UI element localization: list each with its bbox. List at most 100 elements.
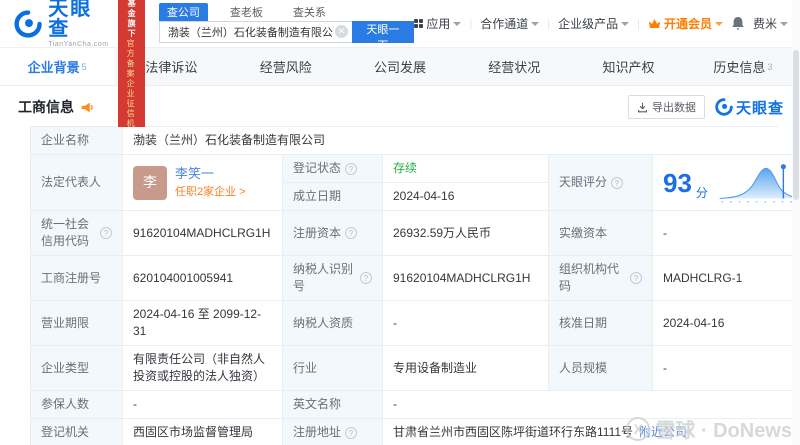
info-icon[interactable]: ? xyxy=(345,227,358,239)
section-title: 工商信息 xyxy=(18,99,74,115)
field-label: 登记状态? xyxy=(283,155,383,183)
info-icon[interactable]: ? xyxy=(345,162,358,175)
nav-divider: | xyxy=(469,17,473,30)
industry-value: 专用设备制造业 xyxy=(383,346,549,391)
tab-operating-status[interactable]: 经营状况 xyxy=(457,48,571,85)
field-label: 登记机关 xyxy=(31,419,123,445)
tab-company-background[interactable]: 企业背景 5 xyxy=(0,48,115,85)
tab-label: 企业背景 xyxy=(27,60,80,75)
business-info-table: 企业名称 渤装（兰州）石化装备制造有限公司 法定代表人 李 李笑一 任职2家企业… xyxy=(30,126,800,445)
tab-label: 法律诉讼 xyxy=(145,60,198,75)
tab-label: 经营风险 xyxy=(259,60,312,75)
reg-address-value: 甘肃省兰州市西固区陈坪街道环行东路1111号 xyxy=(393,425,634,439)
tab-count: 5 xyxy=(81,61,87,72)
tab-count: 3 xyxy=(767,61,773,72)
info-icon[interactable]: ? xyxy=(360,272,372,284)
nav-vip-label: 开通会员 xyxy=(663,17,712,31)
field-label: 组织机构代码? xyxy=(549,256,653,301)
label-text: 统一社会信用代码 xyxy=(41,217,90,248)
tab-legal-litigation[interactable]: 法律诉讼 xyxy=(114,48,228,85)
chevron-down-icon xyxy=(621,22,630,26)
nearby-companies-link[interactable]: 附近公司 xyxy=(639,424,687,441)
field-label: 注册资本? xyxy=(283,211,383,256)
tab-label: 历史信息 xyxy=(713,60,766,75)
field-label: 核准日期 xyxy=(549,301,653,346)
nav-divider: | xyxy=(637,17,640,30)
header-nav: 应用 | 合作通道 | 企业级产品 | 开通会员 费米 xyxy=(413,15,788,32)
tab-company-development[interactable]: 公司发展 xyxy=(343,48,457,85)
company-name-value: 渤装（兰州）石化装备制造有限公司 xyxy=(123,127,800,155)
reg-number-value: 620104001005941 xyxy=(123,256,283,301)
notification-bell[interactable] xyxy=(731,16,745,31)
reg-authority-value: 西固区市场监督管理局 xyxy=(123,419,283,445)
clear-search-icon[interactable]: ✕ xyxy=(334,25,348,38)
info-icon[interactable]: ? xyxy=(100,227,112,239)
company-tabbar: 企业背景 5 法律诉讼 经营风险 公司发展 经营状况 知识产权 历史信息 3 xyxy=(0,48,800,86)
info-icon[interactable]: ? xyxy=(611,176,624,189)
search-button[interactable]: 天眼一下 xyxy=(351,21,414,52)
field-label: 统一社会信用代码? xyxy=(31,211,123,256)
field-label: 企业类型 xyxy=(31,346,123,391)
field-label: 营业期限 xyxy=(31,301,123,346)
export-data-button[interactable]: 导出数据 xyxy=(627,95,705,119)
field-label: 纳税人识别号? xyxy=(283,256,383,301)
field-label: 工商注册号 xyxy=(31,256,123,301)
page-scrollbar[interactable] xyxy=(792,0,800,445)
nav-divider: | xyxy=(547,17,551,30)
nav-apps[interactable]: 应用 xyxy=(413,15,462,32)
english-name-value: - xyxy=(383,391,800,419)
top-header: 天眼查 TianYanCha.com 国家中小企业发展子基金旗下 官方备案企业征… xyxy=(0,0,800,142)
search-tab-relation[interactable]: 查关系 xyxy=(285,3,334,21)
company-type-value: 有限责任公司（非自然人投资或控股的法人独资） xyxy=(123,346,283,391)
approval-date-value: 2024-04-16 xyxy=(653,301,800,346)
label-text: 组织机构代码 xyxy=(559,262,620,293)
nav-username: 费米 xyxy=(752,17,777,31)
reg-status-value: 存续 xyxy=(383,155,549,183)
nav-user-menu[interactable]: 费米 xyxy=(753,15,788,32)
field-label: 人员规模 xyxy=(549,346,653,391)
info-icon[interactable]: ? xyxy=(630,272,642,284)
field-label: 企业名称 xyxy=(31,127,123,155)
reg-capital-value: 26932.59万人民币 xyxy=(383,211,549,256)
chevron-down-icon xyxy=(453,22,462,26)
est-date-value: 2024-04-16 xyxy=(383,183,549,211)
crown-icon xyxy=(648,19,661,28)
paid-capital-value: - xyxy=(653,211,800,256)
info-icon[interactable]: ? xyxy=(345,426,358,439)
reg-address-cell: 甘肃省兰州市西固区陈坪街道环行东路1111号 附近公司 xyxy=(383,419,800,445)
score-unit: 分 xyxy=(695,186,708,200)
search-tab-company[interactable]: 查公司 xyxy=(158,3,208,21)
search-input[interactable] xyxy=(158,21,352,43)
tab-intellectual-property[interactable]: 知识产权 xyxy=(571,48,685,85)
field-label: 英文名称 xyxy=(283,391,383,419)
score-value: 93 xyxy=(663,167,692,198)
org-code-value: MADHCLRG-1 xyxy=(653,256,800,301)
field-label: 参保人数 xyxy=(31,391,123,419)
logo-subtitle: TianYanCha.com xyxy=(48,41,109,48)
legal-rep-positions-link[interactable]: 任职2家企业 > xyxy=(175,184,246,201)
nav-partner-channel[interactable]: 合作通道 xyxy=(480,15,540,32)
nav-open-vip[interactable]: 开通会员 xyxy=(648,15,723,32)
insured-count-value: - xyxy=(123,391,283,419)
label-text: 登记状态 xyxy=(293,161,342,175)
announcement-icon xyxy=(81,102,93,112)
tianyan-score-cell[interactable]: 93 分 xyxy=(653,155,800,211)
bell-icon xyxy=(732,16,744,30)
scrollbar-thumb[interactable] xyxy=(793,50,799,200)
search-tab-boss[interactable]: 查老板 xyxy=(222,3,271,21)
tianyancha-logo[interactable]: 天眼查 TianYanCha.com xyxy=(14,0,110,48)
nav-enterprise-products[interactable]: 企业级产品 xyxy=(558,15,630,32)
avatar[interactable]: 李 xyxy=(133,165,167,200)
legal-rep-name-link[interactable]: 李笑一 xyxy=(175,165,246,182)
field-label: 成立日期 xyxy=(283,183,383,211)
search-module: 查公司 查老板 查关系 ✕ 天眼一下 xyxy=(158,3,414,52)
tab-history-info[interactable]: 历史信息 3 xyxy=(686,48,800,85)
tab-label: 经营状况 xyxy=(488,60,541,75)
tianyancha-logo-icon xyxy=(715,98,733,116)
score-distribution-chart xyxy=(719,163,800,202)
chevron-down-icon xyxy=(531,22,540,26)
tab-operating-risk[interactable]: 经营风险 xyxy=(229,48,343,85)
field-label: 行业 xyxy=(283,346,383,391)
label-text: 天眼评分 xyxy=(559,175,608,189)
taxpayer-qualification-value: - xyxy=(383,301,549,346)
